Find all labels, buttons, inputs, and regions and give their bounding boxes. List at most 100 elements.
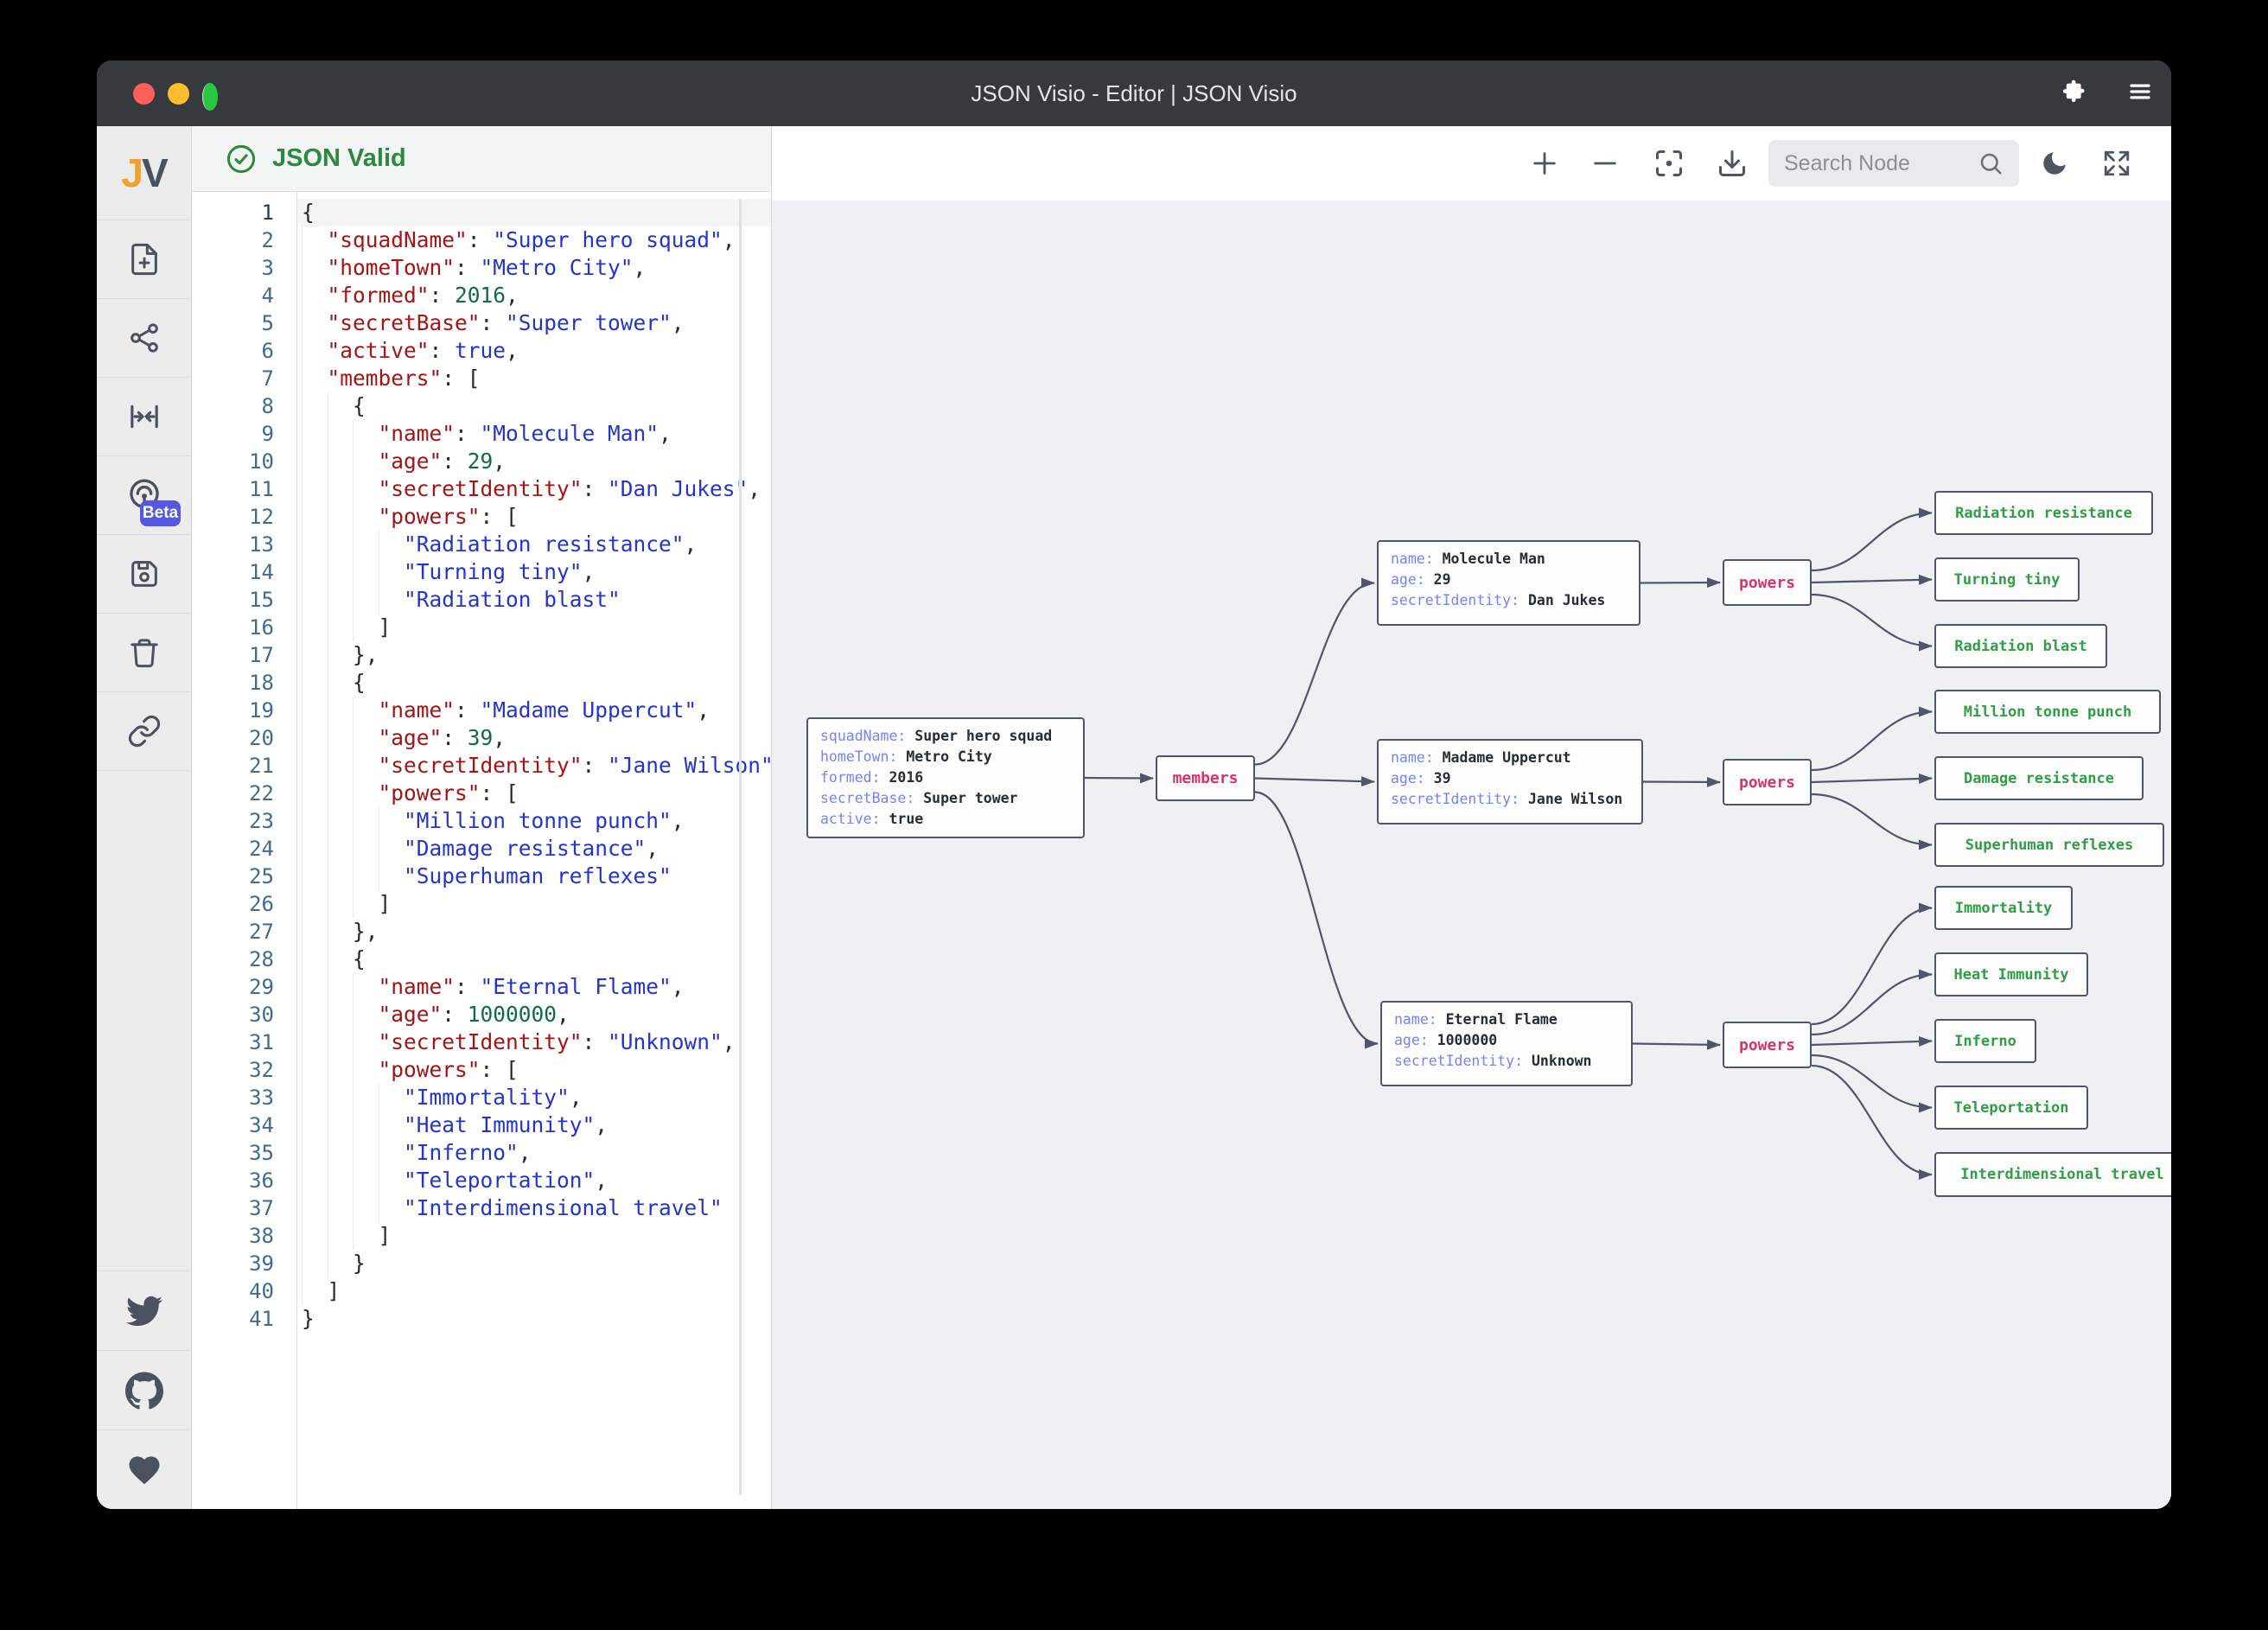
github-button[interactable] — [97, 1350, 191, 1429]
editor-line[interactable]: 13 "Radiation resistance", — [192, 531, 771, 558]
export-graph-button[interactable] — [97, 299, 191, 378]
editor-line[interactable]: 18 { — [192, 669, 771, 697]
menu-icon[interactable] — [2127, 79, 2153, 109]
graph-node-p2[interactable]: powers — [1723, 759, 1812, 805]
line-number: 15 — [192, 586, 296, 614]
editor-line[interactable]: 14 "Turning tiny", — [192, 558, 771, 586]
editor-line[interactable]: 41} — [192, 1305, 771, 1333]
graph-node-m2[interactable]: name: Madame Uppercutage: 39secretIdenti… — [1377, 739, 1643, 825]
graph-node-p1[interactable]: powers — [1723, 559, 1812, 606]
editor-line[interactable]: 26 ] — [192, 890, 771, 918]
editor-scrollbar[interactable] — [739, 199, 742, 1495]
editor-line[interactable]: 30 "age": 1000000, — [192, 1001, 771, 1028]
editor-line[interactable]: 21 "secretIdentity": "Jane Wilson", — [192, 752, 771, 780]
editor-line[interactable]: 27 }, — [192, 918, 771, 946]
editor-line[interactable]: 9 "name": "Molecule Man", — [192, 420, 771, 448]
editor-line[interactable]: 32 "powers": [ — [192, 1056, 771, 1084]
editor-line[interactable]: 6 "active": true, — [192, 337, 771, 365]
graph-node-l2b[interactable]: Damage resistance — [1934, 756, 2144, 800]
editor-line[interactable]: 28 { — [192, 946, 771, 973]
graph-edge — [1633, 1044, 1720, 1046]
app-window: JSON Visio - Editor | JSON Visio JV — [97, 60, 2171, 1509]
search-node-input[interactable] — [1784, 151, 1969, 176]
delete-button[interactable] — [97, 614, 191, 692]
node-row: secretBase: Super tower — [820, 788, 1071, 809]
extension-icon[interactable] — [2060, 79, 2086, 109]
graph-node-l3a[interactable]: Immortality — [1934, 886, 2073, 930]
zoom-out-button[interactable] — [1586, 144, 1624, 182]
editor-line[interactable]: 17 }, — [192, 641, 771, 669]
zoom-in-button[interactable] — [1526, 144, 1564, 182]
editor-line[interactable]: 25 "Superhuman reflexes" — [192, 863, 771, 890]
editor-line[interactable]: 22 "powers": [ — [192, 780, 771, 807]
editor-line[interactable]: 33 "Immortality", — [192, 1084, 771, 1111]
focus-center-button[interactable] — [1650, 144, 1688, 182]
editor-line[interactable]: 31 "secretIdentity": "Unknown", — [192, 1028, 771, 1056]
node-row: name: Molecule Man — [1391, 549, 1627, 570]
graph-edge — [1812, 712, 1932, 771]
graph-node-members[interactable]: members — [1156, 755, 1255, 801]
window-title: JSON Visio - Editor | JSON Visio — [97, 60, 2171, 126]
app-logo[interactable]: JV — [97, 126, 191, 220]
graph-node-p3[interactable]: powers — [1723, 1022, 1812, 1068]
line-number: 26 — [192, 890, 296, 918]
twitter-button[interactable] — [97, 1270, 191, 1350]
line-number: 5 — [192, 309, 296, 337]
editor-code[interactable]: 1{2 "squadName": "Super hero squad",3 "h… — [192, 192, 771, 1509]
editor-line[interactable]: 11 "secretIdentity": "Dan Jukes", — [192, 475, 771, 503]
editor-line[interactable]: 16 ] — [192, 614, 771, 641]
editor-line[interactable]: 20 "age": 39, — [192, 724, 771, 752]
fullscreen-button[interactable] — [2098, 144, 2136, 182]
fit-width-button[interactable] — [97, 378, 191, 456]
graph-node-l3c[interactable]: Inferno — [1934, 1019, 2036, 1063]
save-button[interactable] — [97, 535, 191, 614]
line-number: 13 — [192, 531, 296, 558]
editor-line[interactable]: 1{ — [192, 199, 771, 226]
dark-mode-button[interactable] — [2035, 144, 2074, 182]
editor-line[interactable]: 15 "Radiation blast" — [192, 586, 771, 614]
graph-node-l3b[interactable]: Heat Immunity — [1934, 952, 2088, 996]
twitter-icon — [126, 1293, 162, 1329]
line-number: 23 — [192, 807, 296, 835]
editor-line[interactable]: 10 "age": 29, — [192, 448, 771, 475]
editor-line[interactable]: 37 "Interdimensional travel" — [192, 1194, 771, 1222]
editor-line[interactable]: 40 ] — [192, 1277, 771, 1305]
editor-line[interactable]: 7 "members": [ — [192, 365, 771, 392]
graph-node-l3d[interactable]: Teleportation — [1934, 1086, 2088, 1130]
editor-line[interactable]: 8 { — [192, 392, 771, 420]
graph-node-l2a[interactable]: Million tonne punch — [1934, 690, 2161, 734]
line-number: 20 — [192, 724, 296, 752]
graph-node-m3[interactable]: name: Eternal Flameage: 1000000secretIde… — [1380, 1001, 1633, 1086]
editor-line[interactable]: 24 "Damage resistance", — [192, 835, 771, 863]
editor-line[interactable]: 4 "formed": 2016, — [192, 282, 771, 309]
editor-line[interactable]: 12 "powers": [ — [192, 503, 771, 531]
graph-node-l1a[interactable]: Radiation resistance — [1934, 491, 2153, 535]
editor-line[interactable]: 38 ] — [192, 1222, 771, 1250]
graph-share-icon — [127, 321, 162, 355]
search-icon[interactable] — [1978, 150, 2004, 176]
editor-line[interactable]: 2 "squadName": "Super hero squad", — [192, 226, 771, 254]
download-button[interactable] — [1713, 144, 1751, 182]
graph-canvas[interactable]: squadName: Super hero squadhomeTown: Met… — [772, 126, 2171, 1509]
editor-line[interactable]: 19 "name": "Madame Uppercut", — [192, 697, 771, 724]
graph-node-l2c[interactable]: Superhuman reflexes — [1934, 823, 2164, 867]
graph-edge — [1255, 793, 1378, 1044]
sponsor-button[interactable] — [97, 1429, 191, 1509]
graph-node-m1[interactable]: name: Molecule Manage: 29secretIdentity:… — [1377, 540, 1640, 626]
editor-line[interactable]: 3 "homeTown": "Metro City", — [192, 254, 771, 282]
share-link-button[interactable] — [97, 692, 191, 771]
graph-node-l3e[interactable]: Interdimensional travel — [1934, 1152, 2171, 1197]
new-document-button[interactable] — [97, 220, 191, 299]
editor-line[interactable]: 39 } — [192, 1250, 771, 1277]
editor-line[interactable]: 34 "Heat Immunity", — [192, 1111, 771, 1139]
graph-node-root[interactable]: squadName: Super hero squadhomeTown: Met… — [806, 717, 1085, 838]
editor-line[interactable]: 23 "Million tonne punch", — [192, 807, 771, 835]
editor-line[interactable]: 35 "Inferno", — [192, 1139, 771, 1167]
line-number: 7 — [192, 365, 296, 392]
editor-line[interactable]: 29 "name": "Eternal Flame", — [192, 973, 771, 1001]
graph-node-l1c[interactable]: Radiation blast — [1934, 624, 2107, 668]
line-number: 38 — [192, 1222, 296, 1250]
editor-line[interactable]: 5 "secretBase": "Super tower", — [192, 309, 771, 337]
graph-node-l1b[interactable]: Turning tiny — [1934, 557, 2080, 602]
editor-line[interactable]: 36 "Teleportation", — [192, 1167, 771, 1194]
